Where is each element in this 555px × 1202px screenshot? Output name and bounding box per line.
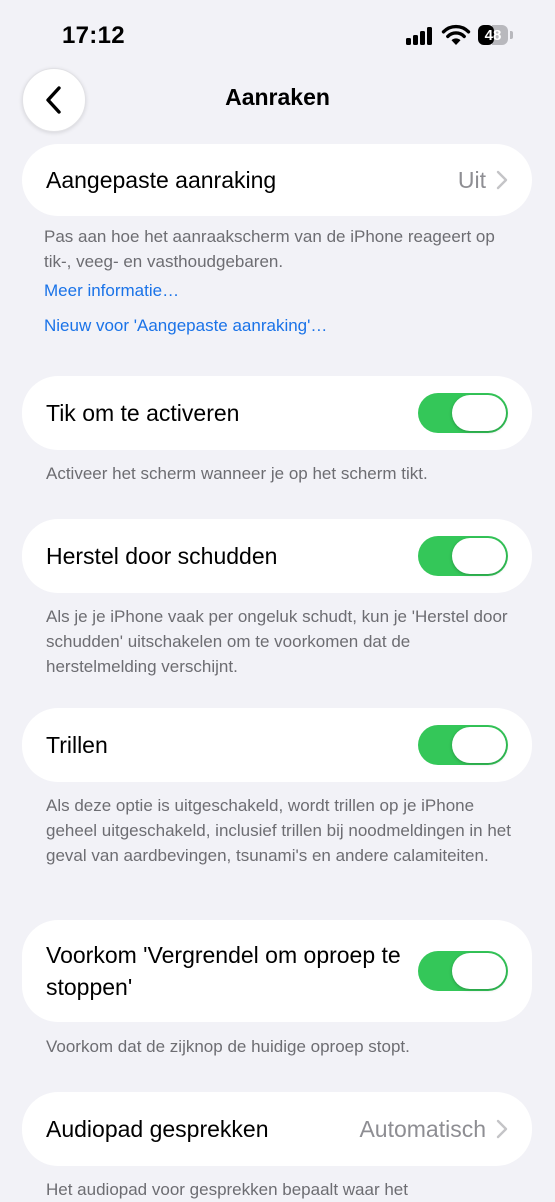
prevent-lock-end-call-row: Voorkom 'Vergrendel om oproep te stoppen… [22,920,532,1022]
new-custom-touch-link[interactable]: Nieuw voor 'Aangepaste aanraking'… [44,316,327,336]
call-audio-routing-value: Automatisch [359,1115,486,1142]
tap-to-wake-label: Tik om te activeren [46,400,240,426]
page-title: Aanraken [225,84,330,110]
tap-to-wake-toggle[interactable] [418,393,508,433]
custom-touch-footer: Pas aan hoe het aanraakscherm van de iPh… [44,227,495,271]
wifi-icon [441,24,471,45]
call-audio-routing-row[interactable]: Audiopad gesprekken Automatisch [22,1092,532,1166]
custom-touch-label: Aangepaste aanraking [46,167,277,193]
shake-to-undo-row: Herstel door schudden [22,519,532,593]
battery-icon: 48 [478,25,514,45]
tap-to-wake-footer: Activeer het scherm wanneer je op het sc… [46,464,428,483]
call-audio-routing-footer: Het audiopad voor gesprekken bepaalt waa… [46,1180,408,1199]
cellular-signal-icon [406,27,434,45]
status-time: 17:12 [62,22,125,49]
chevron-right-icon [496,1119,508,1139]
shake-to-undo-label: Herstel door schudden [46,543,278,569]
vibration-label: Trillen [46,732,108,758]
custom-touch-value-container: Uit [458,167,508,194]
vibration-toggle[interactable] [418,725,508,765]
prevent-lock-end-call-footer: Voorkom dat de zijknop de huidige oproep… [46,1037,410,1056]
prevent-lock-end-call-label: Voorkom 'Vergrendel om oproep te stoppen… [46,942,401,1000]
vibration-row: Trillen [22,708,532,782]
shake-to-undo-toggle[interactable] [418,536,508,576]
status-bar: 17:12 48 [0,0,555,68]
custom-touch-row[interactable]: Aangepaste aanraking Uit [22,144,532,216]
call-audio-routing-label: Audiopad gesprekken [46,1116,269,1142]
more-info-link[interactable]: Meer informatie… [44,281,179,301]
tap-to-wake-row: Tik om te activeren [22,376,532,450]
prevent-lock-end-call-toggle[interactable] [418,951,508,991]
chevron-right-icon [496,170,508,190]
custom-touch-value: Uit [457,166,486,193]
call-audio-routing-value-container: Automatisch [359,1116,508,1143]
navigation-bar: Aanraken [0,68,555,140]
battery-level: 48 [484,26,502,44]
vibration-footer: Als deze optie is uitgeschakeld, wordt t… [46,796,511,865]
shake-to-undo-footer: Als je je iPhone vaak per ongeluk schudt… [46,607,508,676]
